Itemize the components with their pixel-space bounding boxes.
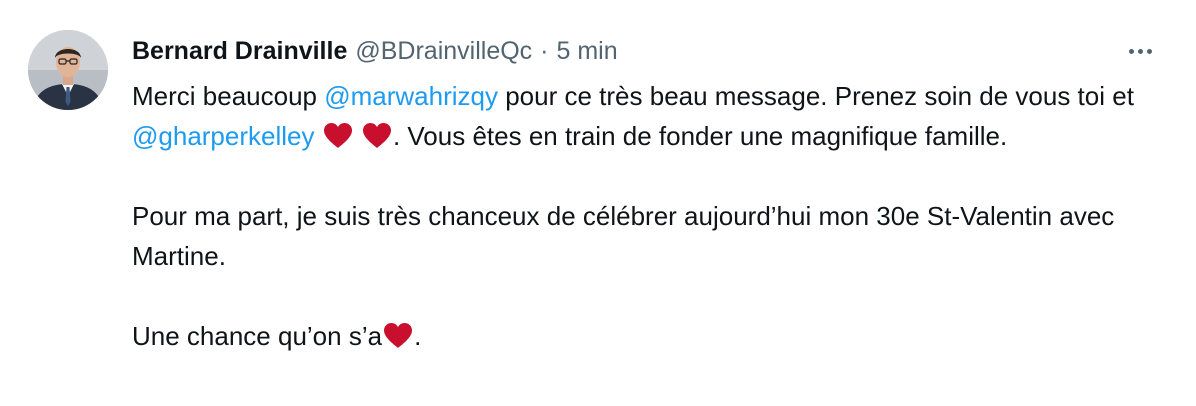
text-segment: Une chance qu’on s’a [132, 321, 383, 351]
text-segment: Pour ma part, je suis très chanceux de c… [132, 201, 1115, 271]
red-heart-emoji-icon [383, 322, 413, 349]
text-segment: pour ce très beau message. Prenez soin d… [498, 81, 1134, 111]
tweet-timestamp[interactable]: 5 min [557, 34, 618, 68]
tweet-paragraph: Pour ma part, je suis très chanceux de c… [132, 196, 1162, 276]
red-heart-emoji-icon [323, 122, 353, 149]
ellipsis-dot [1146, 48, 1152, 54]
ellipsis-dot [1137, 48, 1143, 54]
author-display-name[interactable]: Bernard Drainville [132, 34, 347, 68]
ellipsis-horizontal-icon [1128, 48, 1134, 54]
tweet-text: Merci beaucoup @marwahrizqy pour ce très… [132, 76, 1162, 356]
more-options-button[interactable] [1122, 36, 1158, 66]
mention-link[interactable]: @marwahrizqy [324, 81, 498, 111]
tweet-paragraph: Merci beaucoup @marwahrizqy pour ce très… [132, 76, 1162, 156]
avatar-photo [28, 30, 108, 110]
separator-dot: · [540, 37, 549, 65]
red-heart-emoji-icon [362, 122, 392, 149]
tweet-header: Bernard Drainville @BDrainvilleQc · 5 mi… [132, 34, 618, 68]
mention-link[interactable]: @gharperkelley [132, 121, 314, 151]
tweet-card[interactable]: Bernard Drainville @BDrainvilleQc · 5 mi… [0, 0, 1196, 406]
avatar[interactable] [28, 30, 108, 110]
text-segment: . Vous êtes en train de fonder une magni… [392, 121, 1008, 151]
text-segment: Merci beaucoup [132, 81, 325, 111]
text-segment: . [414, 321, 422, 351]
tweet-paragraph: Une chance qu’on s’a. [132, 316, 1162, 356]
author-handle[interactable]: @BDrainvilleQc [355, 34, 532, 68]
